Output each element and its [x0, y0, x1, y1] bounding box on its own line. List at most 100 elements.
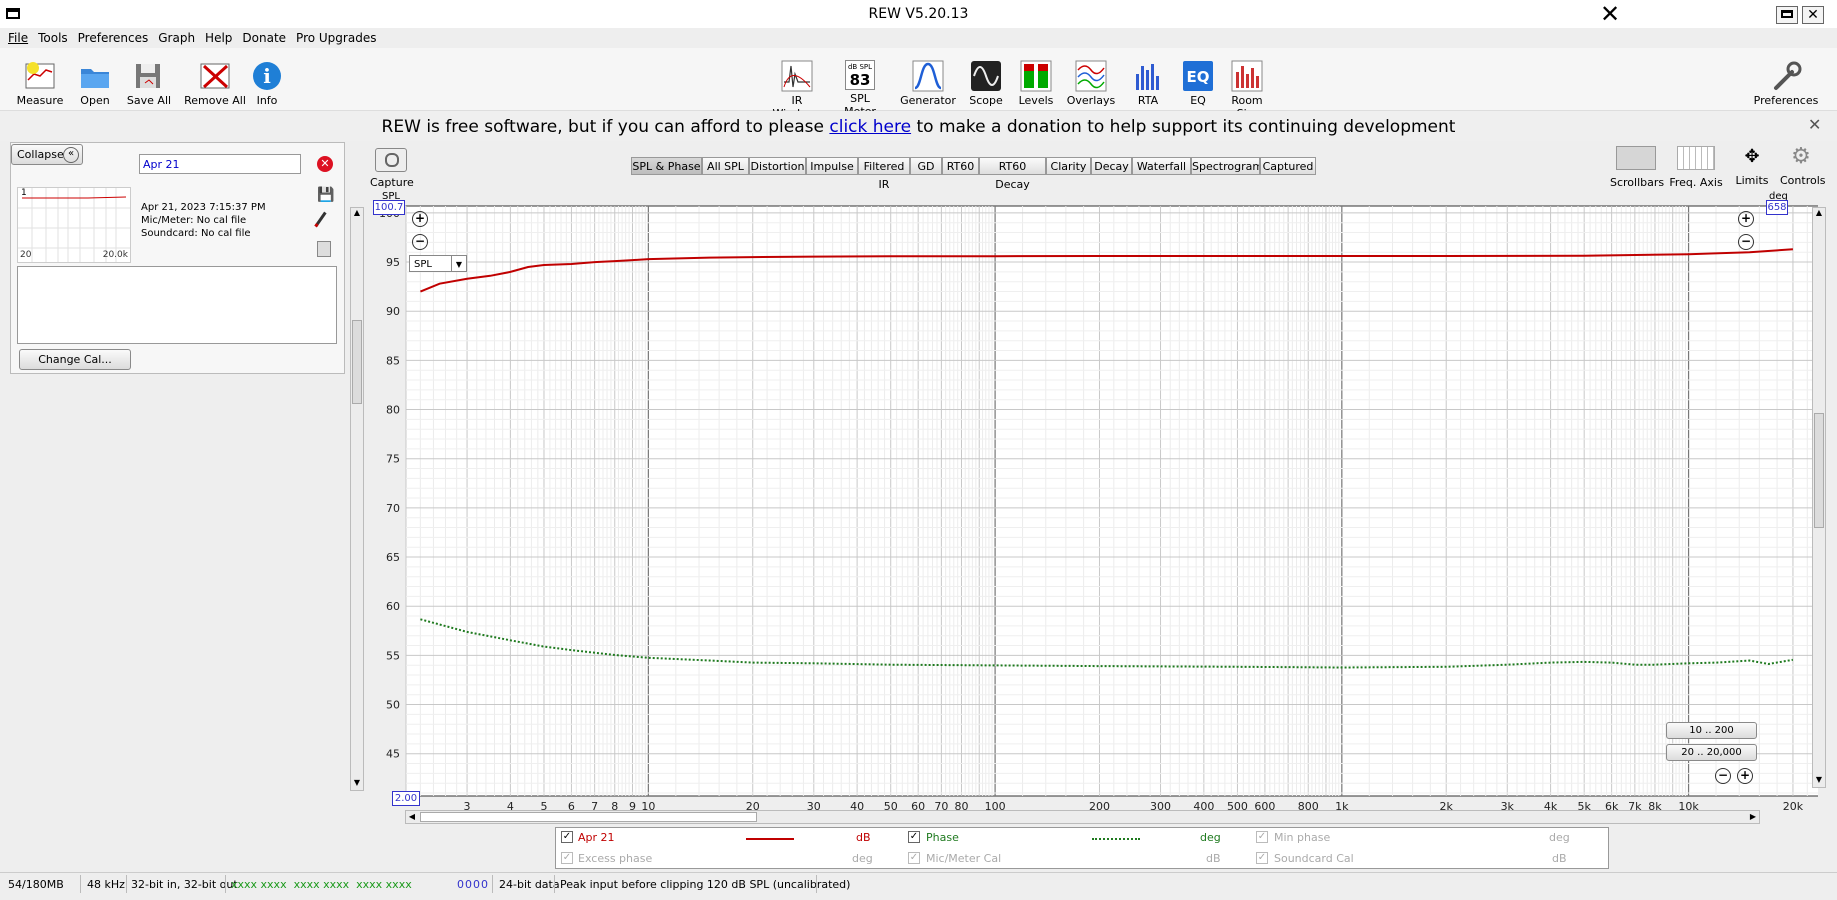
measurement-notes[interactable] — [17, 266, 337, 344]
rta-button[interactable]: RTA — [1130, 56, 1166, 107]
menu-tools[interactable]: Tools — [36, 28, 70, 48]
banner-post: to make a donation to help support its c… — [916, 117, 1456, 137]
overlays-label: Overlays — [1066, 94, 1116, 107]
window-close-button[interactable]: ✕ — [1802, 6, 1824, 24]
menu-file[interactable]: File — [6, 28, 30, 48]
zoom-in-right-icon[interactable]: + — [1738, 211, 1754, 227]
legend-phase-checkbox[interactable]: ✓ — [908, 831, 920, 843]
scope-icon — [970, 60, 1002, 92]
status-bar: 54/180MB 48 kHz 32-bit in, 32-bit out xx… — [0, 872, 1837, 897]
bit-depth-status: 32-bit in, 32-bit out — [131, 878, 238, 891]
tab-decay[interactable]: Decay — [1091, 157, 1132, 175]
tab-all-spl[interactable]: All SPL — [702, 157, 749, 175]
generator-button[interactable]: Generator — [900, 56, 956, 107]
hscroll-right-arrow[interactable]: ▶ — [1747, 811, 1759, 823]
info-icon: i — [251, 60, 283, 92]
spl-phase-graph[interactable]: 1009590858075706560555045648576504432360… — [358, 178, 1818, 814]
tab-rt60-decay[interactable]: RT60 Decay — [979, 157, 1046, 191]
zoom-out-x-icon[interactable]: − — [1715, 768, 1731, 784]
scope-button[interactable]: Scope — [968, 56, 1004, 107]
graph-vertical-scrollbar[interactable]: ▲ ▼ — [1812, 207, 1826, 788]
thumbnail-x-min: 20 — [20, 250, 32, 260]
zoom-out-right-icon[interactable]: − — [1738, 234, 1754, 250]
soundcard-cal-status: Soundcard: No cal file — [141, 228, 251, 239]
open-button[interactable]: Open — [74, 56, 116, 107]
hscroll-left-arrow[interactable]: ◀ — [406, 811, 418, 823]
preferences-label: Preferences — [1753, 94, 1819, 107]
tab-spectrogram[interactable]: Spectrogram — [1191, 157, 1260, 175]
zoom-out-left-icon[interactable]: − — [412, 234, 428, 250]
legend-min-phase-unit: deg — [1549, 831, 1570, 844]
overlays-button[interactable]: Overlays — [1064, 56, 1118, 107]
measure-button[interactable]: Measure — [14, 56, 66, 107]
title-bar: REW V5.20.13 ✕ ✕ — [0, 0, 1837, 29]
legend-min-phase-checkbox[interactable]: ✓ — [1256, 831, 1268, 843]
legend-min-phase-label: Min phase — [1274, 831, 1331, 844]
hscroll-thumb[interactable] — [420, 812, 757, 822]
donate-link[interactable]: click here — [829, 117, 911, 137]
scope-label: Scope — [969, 94, 1003, 107]
tab-clarity[interactable]: Clarity — [1046, 157, 1091, 175]
data-format-status: 24-bit data — [499, 878, 560, 891]
left-axis-tick-label: 80 — [386, 404, 400, 417]
tab-distortion[interactable]: Distortion — [749, 157, 806, 175]
left-top-value[interactable]: 100.7 — [373, 200, 405, 215]
chevron-down-icon: ▼ — [451, 256, 466, 271]
range-10-200-label: 10 .. 200 — [1689, 725, 1734, 736]
legend-mic-cal-checkbox[interactable]: ✓ — [908, 852, 920, 864]
legend-soundcard-cal-checkbox[interactable]: ✓ — [1256, 852, 1268, 864]
legend-apr21-unit: dB — [856, 831, 871, 844]
tab-captured[interactable]: Captured — [1260, 157, 1316, 175]
change-cal-button[interactable]: Change Cal... — [19, 349, 131, 370]
tab-rt60[interactable]: RT60 — [942, 157, 979, 175]
spl-select[interactable]: SPL ▼ — [409, 255, 467, 272]
collapse-label: Collapse — [17, 148, 64, 161]
measurement-thumbnail[interactable]: 1 20 20.0k — [17, 187, 131, 263]
menu-preferences[interactable]: Preferences — [76, 28, 151, 48]
vscroll-thumb[interactable] — [1814, 413, 1824, 528]
spl-meter-button[interactable]: dB SPL 83 SPL Meter — [834, 56, 886, 118]
tab-filtered-ir[interactable]: Filtered IR — [858, 157, 910, 191]
notes-icon[interactable] — [317, 241, 331, 257]
close-icon[interactable]: ✕ — [1600, 0, 1620, 28]
thumbnail-x-max: 20.0k — [102, 250, 128, 260]
graph-horizontal-scrollbar[interactable]: ◀ ▶ — [405, 810, 1760, 824]
tab-waterfall[interactable]: Waterfall — [1132, 157, 1191, 175]
menu-graph[interactable]: Graph — [156, 28, 197, 48]
collapse-button[interactable]: Collapse « — [11, 144, 83, 165]
tab-impulse[interactable]: Impulse — [806, 157, 858, 175]
vscroll-down-arrow[interactable]: ▼ — [1813, 775, 1825, 787]
preferences-button[interactable]: Preferences — [1752, 56, 1820, 107]
eq-button[interactable]: EQ EQ — [1180, 56, 1216, 107]
legend-excess-phase-checkbox[interactable]: ✓ — [561, 852, 573, 864]
legend-apr21-checkbox[interactable]: ✓ — [561, 831, 573, 843]
vscroll-up-arrow[interactable]: ▲ — [1813, 208, 1825, 220]
info-button[interactable]: i Info — [250, 56, 284, 107]
zoom-in-left-icon[interactable]: + — [412, 211, 428, 227]
collapse-icon: « — [63, 147, 79, 163]
zoom-in-x-icon[interactable]: + — [1737, 768, 1753, 784]
range-20-20000-button[interactable]: 20 .. 20,000 — [1666, 744, 1757, 761]
save-measurement-icon[interactable]: 💾 — [317, 187, 334, 203]
peak-input-status: Peak input before clipping 120 dB SPL (u… — [560, 878, 851, 891]
ir-windows-icon — [781, 60, 813, 92]
edit-measurement-icon[interactable] — [314, 211, 327, 228]
right-top-value[interactable]: 658 — [1766, 200, 1788, 215]
delete-measurement-icon[interactable]: ✕ — [317, 156, 333, 172]
levels-button[interactable]: Levels — [1016, 56, 1056, 107]
save-all-button[interactable]: Save All — [124, 56, 174, 107]
tab-gd[interactable]: GD — [910, 157, 942, 175]
banner-close-icon[interactable]: ✕ — [1808, 115, 1821, 134]
x-start-value[interactable]: 2.00 — [392, 791, 420, 806]
remove-all-button[interactable]: Remove All — [184, 56, 246, 107]
range-20-20000-label: 20 .. 20,000 — [1681, 747, 1742, 758]
remove-all-icon — [199, 60, 231, 92]
menu-pro-upgrades[interactable]: Pro Upgrades — [294, 28, 378, 48]
legend-soundcard-cal-label: Soundcard Cal — [1274, 852, 1354, 865]
range-10-200-button[interactable]: 10 .. 200 — [1666, 722, 1757, 739]
menu-donate[interactable]: Donate — [240, 28, 288, 48]
measurement-name-input[interactable] — [139, 154, 301, 174]
menu-help[interactable]: Help — [203, 28, 234, 48]
tab-spl-phase[interactable]: SPL & Phase — [631, 157, 702, 175]
maximize-button[interactable] — [1776, 6, 1798, 24]
